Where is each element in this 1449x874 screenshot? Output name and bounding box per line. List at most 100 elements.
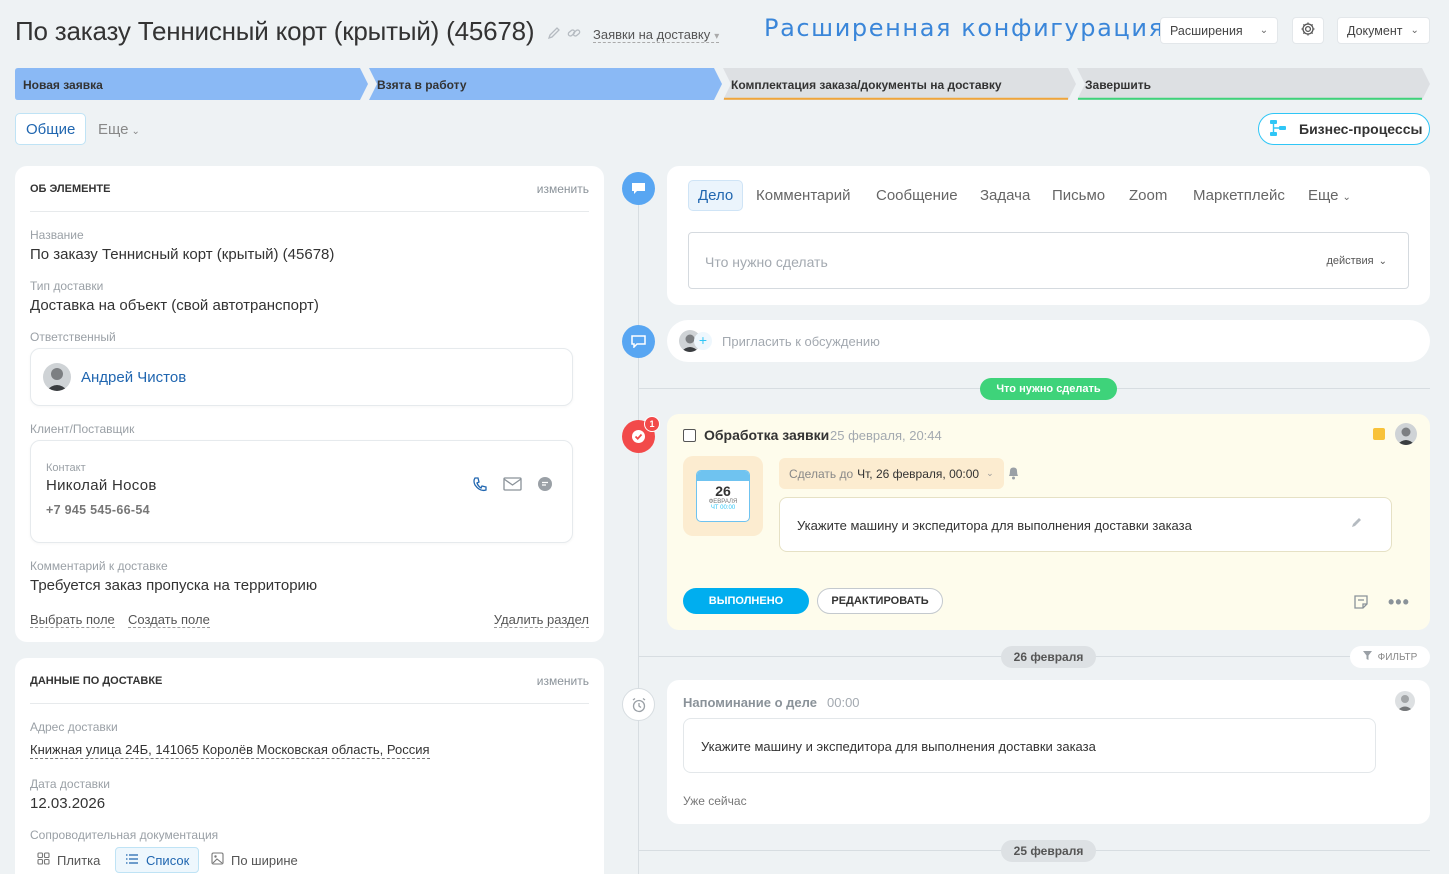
avatar[interactable] — [1395, 423, 1417, 445]
business-processes-button[interactable]: Бизнес-процессы — [1258, 113, 1430, 145]
tab-task[interactable]: Задача — [980, 187, 1030, 204]
reminder-text: Укажите машину и экспедитора для выполне… — [701, 739, 1096, 754]
alarm-clock-icon — [622, 688, 655, 721]
todo-section-pill: Что нужно сделать — [980, 378, 1117, 400]
reminder-footer: Уже сейчас — [683, 794, 747, 808]
pencil-icon[interactable] — [1351, 515, 1363, 533]
choose-field-link[interactable]: Выбрать поле — [30, 612, 115, 628]
tab-general[interactable]: Общие — [15, 113, 87, 145]
add-icon[interactable]: + — [694, 332, 712, 350]
pencil-icon[interactable] — [547, 26, 561, 40]
stage-finish[interactable]: Завершить — [1077, 68, 1430, 100]
view-list-button[interactable]: Список — [115, 847, 200, 873]
create-field-link[interactable]: Создать поле — [128, 612, 210, 628]
client-card: Контакт Николай Носов +7 945 545-66-54 — [30, 440, 573, 543]
activity-composer: Дело Комментарий Сообщение Задача Письмо… — [667, 166, 1430, 305]
stage-assembly[interactable]: Комплектация заказа/документы на доставк… — [723, 68, 1076, 100]
title-actions — [547, 26, 581, 40]
address-value[interactable]: Книжная улица 24Б, 141065 Королёв Москов… — [30, 742, 430, 759]
chevron-down-icon: ⌄ — [1259, 25, 1269, 36]
task-card: Обработка заявки 25 февраля, 20:44 26 ФЕ… — [667, 414, 1430, 630]
filter-button[interactable]: ФИЛЬТР — [1350, 646, 1430, 668]
note-icon[interactable] — [1353, 594, 1369, 615]
deadline-selector[interactable]: Сделать до Чт, 26 февраля, 00:00 ⌄ — [779, 458, 1004, 489]
reminder-card: Напоминание о деле 00:00 Укажите машину … — [667, 680, 1430, 824]
edit-button[interactable]: РЕДАКТИРОВАТЬ — [817, 588, 943, 614]
page-title: По заказу Теннисный корт (крытый) (45678… — [15, 16, 535, 46]
edit-link[interactable]: изменить — [537, 674, 589, 688]
funnel-icon — [1362, 651, 1372, 663]
card-title: ОБ ЭЛЕМЕНТЕ — [30, 183, 111, 195]
view-tile-button[interactable]: Плитка — [37, 852, 100, 868]
calendar-tile: 26 ФЕВРАЛЯ ЧТ 00:00 — [683, 456, 763, 536]
stage-in-progress[interactable]: Взята в работу — [369, 68, 722, 100]
task-title[interactable]: Обработка заявки — [704, 427, 829, 443]
name-value[interactable]: По заказу Теннисный корт (крытый) (45678… — [30, 246, 334, 263]
task-checkbox[interactable] — [683, 429, 696, 442]
timeline-line — [638, 195, 639, 874]
activity-icon — [622, 172, 655, 205]
color-marker[interactable] — [1373, 428, 1385, 440]
field-label: Тип доставки — [30, 279, 104, 293]
date-separator: 25 февраля — [1001, 840, 1096, 862]
tab-marketplace[interactable]: Маркетплейс — [1193, 187, 1285, 204]
link-icon[interactable] — [567, 26, 581, 40]
task-input[interactable]: Что нужно сделать действия ⌄ — [688, 232, 1409, 289]
field-label: Адрес доставки — [30, 720, 118, 734]
chevron-down-icon: ⌄ — [986, 468, 994, 478]
delivery-type-value[interactable]: Доставка на объект (свой автотранспорт) — [30, 297, 319, 314]
reminder-title: Напоминание о деле — [683, 695, 817, 710]
field-label: Комментарий к доставке — [30, 559, 168, 573]
chevron-down-icon: ⌄ — [1378, 256, 1387, 267]
calendar-icon: 26 ФЕВРАЛЯ ЧТ 00:00 — [696, 470, 750, 522]
chat-icon[interactable] — [537, 476, 553, 497]
phone-icon[interactable] — [471, 476, 489, 499]
view-wide-button[interactable]: По ширине — [211, 852, 298, 868]
image-icon — [211, 852, 224, 868]
extensions-button[interactable]: Расширения ⌄ — [1160, 17, 1278, 44]
tab-email[interactable]: Письмо — [1052, 187, 1105, 204]
task-description: Укажите машину и экспедитора для выполне… — [797, 518, 1192, 533]
field-label: Ответственный — [30, 330, 116, 344]
done-button[interactable]: ВЫПОЛНЕНО — [683, 588, 809, 614]
actions-dropdown[interactable]: действия ⌄ — [1326, 255, 1387, 267]
avatar[interactable] — [1395, 691, 1415, 711]
delivery-card: ДАННЫЕ ПО ДОСТАВКЕ изменить Адрес достав… — [15, 658, 604, 874]
invite-placeholder: Пригласить к обсуждению — [722, 334, 880, 349]
tab-more[interactable]: Еще ⌄ — [1308, 187, 1351, 204]
chevron-down-icon: ⌄ — [1410, 25, 1419, 36]
contact-name[interactable]: Николай Носов — [46, 477, 157, 494]
chevron-down-icon: ▾ — [714, 31, 720, 42]
comment-value[interactable]: Требуется заказ пропуска на территорию — [30, 577, 317, 594]
chevron-down-icon: ⌄ — [1342, 192, 1351, 203]
edit-link[interactable]: изменить — [537, 182, 589, 196]
card-title: ДАННЫЕ ПО ДОСТАВКЕ — [30, 675, 163, 687]
more-dots-icon[interactable]: ••• — [1388, 592, 1410, 613]
settings-button[interactable] — [1292, 17, 1324, 44]
avatar[interactable] — [43, 363, 71, 391]
tab-message[interactable]: Сообщение — [876, 187, 958, 204]
tab-more[interactable]: Еще ⌄ — [98, 121, 140, 138]
stage-new[interactable]: Новая заявка — [15, 68, 368, 100]
business-process-icon — [1269, 119, 1287, 140]
list-icon — [125, 853, 139, 868]
bell-icon[interactable] — [1007, 466, 1020, 485]
responsible-link[interactable]: Андрей Чистов — [81, 369, 186, 386]
field-label: Клиент/Поставщик — [30, 422, 135, 436]
task-input-placeholder: Что нужно сделать — [705, 254, 828, 270]
delete-section-link[interactable]: Удалить раздел — [493, 612, 589, 628]
document-button[interactable]: Документ ⌄ — [1337, 17, 1430, 44]
category-selector[interactable]: Заявки на доставку ▾ — [593, 27, 720, 43]
task-description-box[interactable]: Укажите машину и экспедитора для выполне… — [779, 497, 1392, 552]
tab-comment[interactable]: Комментарий — [756, 187, 850, 204]
reminder-text-box: Укажите машину и экспедитора для выполне… — [683, 718, 1376, 773]
invite-field[interactable]: + Пригласить к обсуждению — [667, 320, 1430, 362]
stage-bar: Новая заявка Взята в работу Комплектация… — [15, 68, 1430, 100]
mail-icon[interactable] — [503, 477, 522, 497]
contact-phone[interactable]: +7 945 545-66-54 — [46, 503, 150, 517]
date-value[interactable]: 12.03.2026 — [30, 795, 105, 812]
tab-task-activity[interactable]: Дело — [688, 180, 744, 211]
divider — [30, 703, 589, 704]
reminder-time: 00:00 — [827, 695, 860, 710]
tab-zoom[interactable]: Zoom — [1129, 187, 1167, 204]
